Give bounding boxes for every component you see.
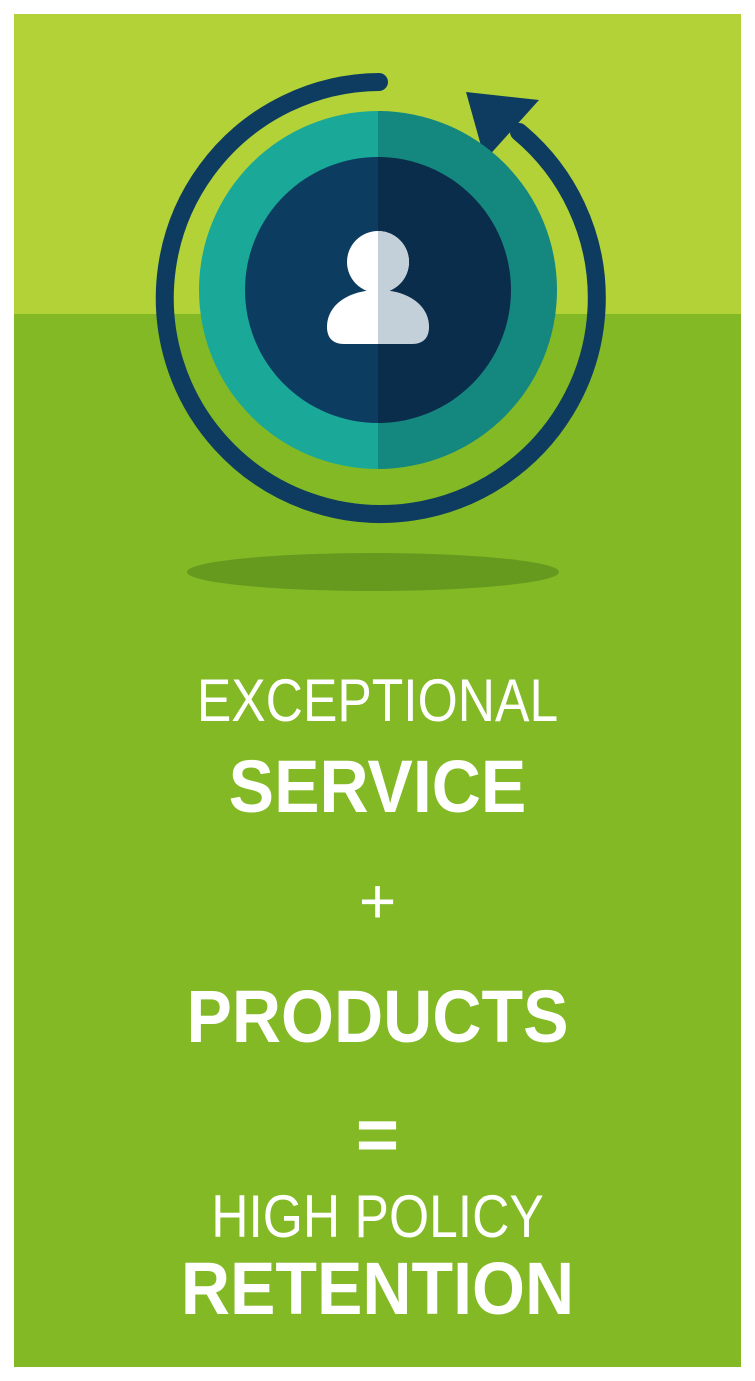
headline-high-policy: HIGH POLICY xyxy=(211,1183,544,1250)
headline-products: PRODUCTS xyxy=(186,975,569,1058)
headline-retention: RETENTION xyxy=(180,1247,575,1330)
retention-emblem xyxy=(155,73,606,591)
infographic-panel: EXCEPTIONAL SERVICE + PRODUCTS = HIGH PO… xyxy=(14,14,741,1367)
headline-exceptional: EXCEPTIONAL xyxy=(196,667,559,734)
headline-service: SERVICE xyxy=(228,745,527,828)
plus-sign: + xyxy=(358,865,397,937)
equals-sign: = xyxy=(355,1093,400,1176)
emblem-shadow xyxy=(187,553,559,591)
